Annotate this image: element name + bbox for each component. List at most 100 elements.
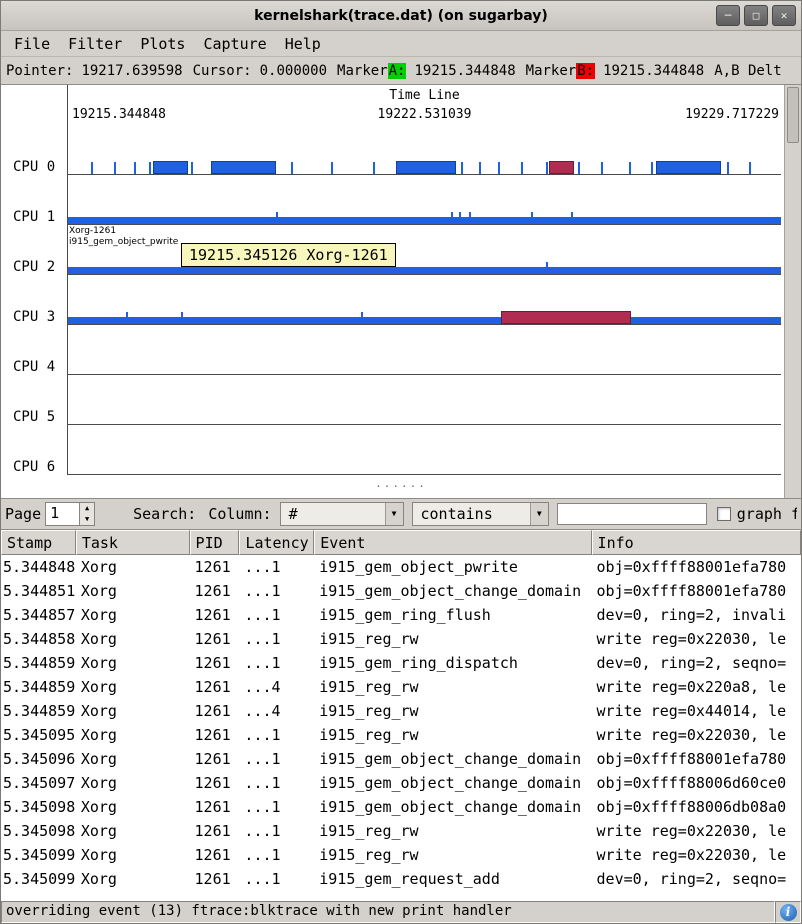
task-bar[interactable]: [501, 311, 631, 324]
page-value[interactable]: 1: [45, 502, 79, 526]
cpu-row: CPU 0: [1, 125, 801, 175]
cpu-label: CPU 1: [1, 175, 67, 225]
minimize-icon[interactable]: ─: [716, 5, 740, 26]
cpu-plot[interactable]: [67, 375, 781, 425]
cell: 1261: [190, 819, 240, 843]
event-tick: [361, 312, 363, 324]
cell: write reg=0x44014, le: [592, 699, 801, 723]
column-header-task[interactable]: Task: [76, 530, 190, 555]
table-row[interactable]: 5.345098Xorg1261...1i915_reg_rwwrite reg…: [1, 819, 801, 843]
cell: 1261: [190, 627, 240, 651]
table-row[interactable]: 5.345099Xorg1261...1i915_gem_request_add…: [1, 867, 801, 891]
menu-item-file[interactable]: File: [5, 33, 59, 55]
status-bar: overriding event (13) ftrace:blktrace wi…: [1, 901, 801, 923]
cell: ...1: [239, 771, 314, 795]
cpu-rows: CPU 0CPU 1CPU 2CPU 3CPU 4CPU 5CPU 6: [1, 125, 801, 475]
event-tick: [546, 162, 548, 174]
task-bar[interactable]: [153, 161, 188, 174]
menu-item-filter[interactable]: Filter: [59, 33, 131, 55]
marker-a-badge: A:: [388, 63, 407, 79]
cpu-plot[interactable]: [67, 175, 781, 225]
cell: dev=0, ring=2, seqno=: [592, 651, 801, 675]
search-label: Search:: [133, 505, 196, 523]
cell: ...1: [239, 579, 314, 603]
table-row[interactable]: 5.344848Xorg1261...1i915_gem_object_pwri…: [1, 555, 801, 579]
event-tick: [479, 162, 481, 174]
maximize-icon[interactable]: □: [744, 5, 768, 26]
cell: write reg=0x22030, le: [592, 819, 801, 843]
table-row[interactable]: 5.344851Xorg1261...1i915_gem_object_chan…: [1, 579, 801, 603]
task-bar[interactable]: [656, 161, 721, 174]
column-header-info[interactable]: Info: [592, 530, 801, 555]
cpu-row: CPU 1: [1, 175, 801, 225]
spin-down-icon[interactable]: ▼: [80, 514, 94, 525]
event-tick: [571, 212, 573, 224]
table-row[interactable]: 5.344859Xorg1261...1i915_gem_ring_dispat…: [1, 651, 801, 675]
column-header-event[interactable]: Event: [314, 530, 591, 555]
window-title: kernelshark(trace.dat) (on sugarbay): [1, 8, 801, 24]
table-row[interactable]: 5.345097Xorg1261...1i915_gem_object_chan…: [1, 771, 801, 795]
match-type-select[interactable]: contains ▼: [412, 502, 549, 526]
cell: Xorg: [76, 795, 190, 819]
scrollbar-thumb[interactable]: [787, 87, 799, 143]
column-header-latency[interactable]: Latency: [239, 530, 314, 555]
cell: Xorg: [76, 723, 190, 747]
cpu-plot[interactable]: [67, 325, 781, 375]
event-tick: [629, 162, 631, 174]
page-label: Page: [5, 505, 41, 523]
table-row[interactable]: 5.345099Xorg1261...1i915_reg_rwwrite reg…: [1, 843, 801, 867]
event-tick: [126, 312, 128, 324]
menu-item-plots[interactable]: Plots: [131, 33, 194, 55]
cell: i915_gem_request_add: [314, 867, 591, 891]
search-bar: Page 1 ▲ ▼ Search: Column: # ▼ contains …: [1, 498, 801, 530]
cell: 5.344857: [1, 603, 76, 627]
graph-vertical-scrollbar[interactable]: [784, 85, 801, 498]
table-row[interactable]: 5.344859Xorg1261...4i915_reg_rwwrite reg…: [1, 675, 801, 699]
column-select[interactable]: # ▼: [280, 502, 404, 526]
task-bar[interactable]: [211, 161, 276, 174]
cpu-label: CPU 0: [1, 125, 67, 175]
column-header-pid[interactable]: PID: [190, 530, 240, 555]
event-tick: [749, 162, 751, 174]
cell: i915_reg_rw: [314, 675, 591, 699]
task-bar[interactable]: [549, 161, 574, 174]
cell: 1261: [190, 771, 240, 795]
pane-splitter[interactable]: ······: [1, 475, 801, 497]
close-icon[interactable]: ✕: [772, 5, 796, 26]
search-input[interactable]: [557, 503, 707, 525]
table-row[interactable]: 5.345096Xorg1261...1i915_gem_object_chan…: [1, 747, 801, 771]
kernelshark-window: kernelshark(trace.dat) (on sugarbay) ─ □…: [0, 0, 802, 924]
table-row[interactable]: 5.344857Xorg1261...1i915_gem_ring_flushd…: [1, 603, 801, 627]
event-tick: [134, 162, 136, 174]
cell: 1261: [190, 555, 240, 579]
window-controls: ─ □ ✕: [716, 5, 796, 26]
table-row[interactable]: 5.345098Xorg1261...1i915_gem_object_chan…: [1, 795, 801, 819]
page-spinner[interactable]: 1 ▲ ▼: [45, 502, 95, 526]
info-icon[interactable]: i: [780, 904, 797, 921]
task-bar[interactable]: [396, 161, 456, 174]
table-row[interactable]: 5.344859Xorg1261...4i915_reg_rwwrite reg…: [1, 699, 801, 723]
cell: ...1: [239, 867, 314, 891]
status-message: overriding event (13) ftrace:blktrace wi…: [1, 901, 775, 923]
event-tick: [727, 162, 729, 174]
cell: 1261: [190, 747, 240, 771]
table-body: 5.344848Xorg1261...1i915_gem_object_pwri…: [1, 555, 801, 901]
column-header-stamp[interactable]: Stamp: [1, 530, 76, 555]
graph-follows-checkbox[interactable]: [717, 507, 731, 521]
cpu-plot[interactable]: [67, 425, 781, 475]
menu-item-capture[interactable]: Capture: [194, 33, 275, 55]
table-row[interactable]: 5.344858Xorg1261...1i915_reg_rwwrite reg…: [1, 627, 801, 651]
cpu-plot[interactable]: [67, 275, 781, 325]
event-tick: [331, 162, 333, 174]
cpu-plot[interactable]: [67, 125, 781, 175]
table-row[interactable]: 5.345095Xorg1261...1i915_reg_rwwrite reg…: [1, 723, 801, 747]
menu-item-help[interactable]: Help: [276, 33, 330, 55]
cell: i915_gem_object_change_domain: [314, 579, 591, 603]
cell: ...1: [239, 795, 314, 819]
cell: dev=0, ring=2, invali: [592, 603, 801, 627]
cell: ...1: [239, 555, 314, 579]
spin-up-icon[interactable]: ▲: [80, 503, 94, 514]
titlebar[interactable]: kernelshark(trace.dat) (on sugarbay) ─ □…: [1, 1, 801, 31]
cell: 1261: [190, 843, 240, 867]
task-annotation-event: i915_gem_object_pwrite: [69, 237, 178, 248]
